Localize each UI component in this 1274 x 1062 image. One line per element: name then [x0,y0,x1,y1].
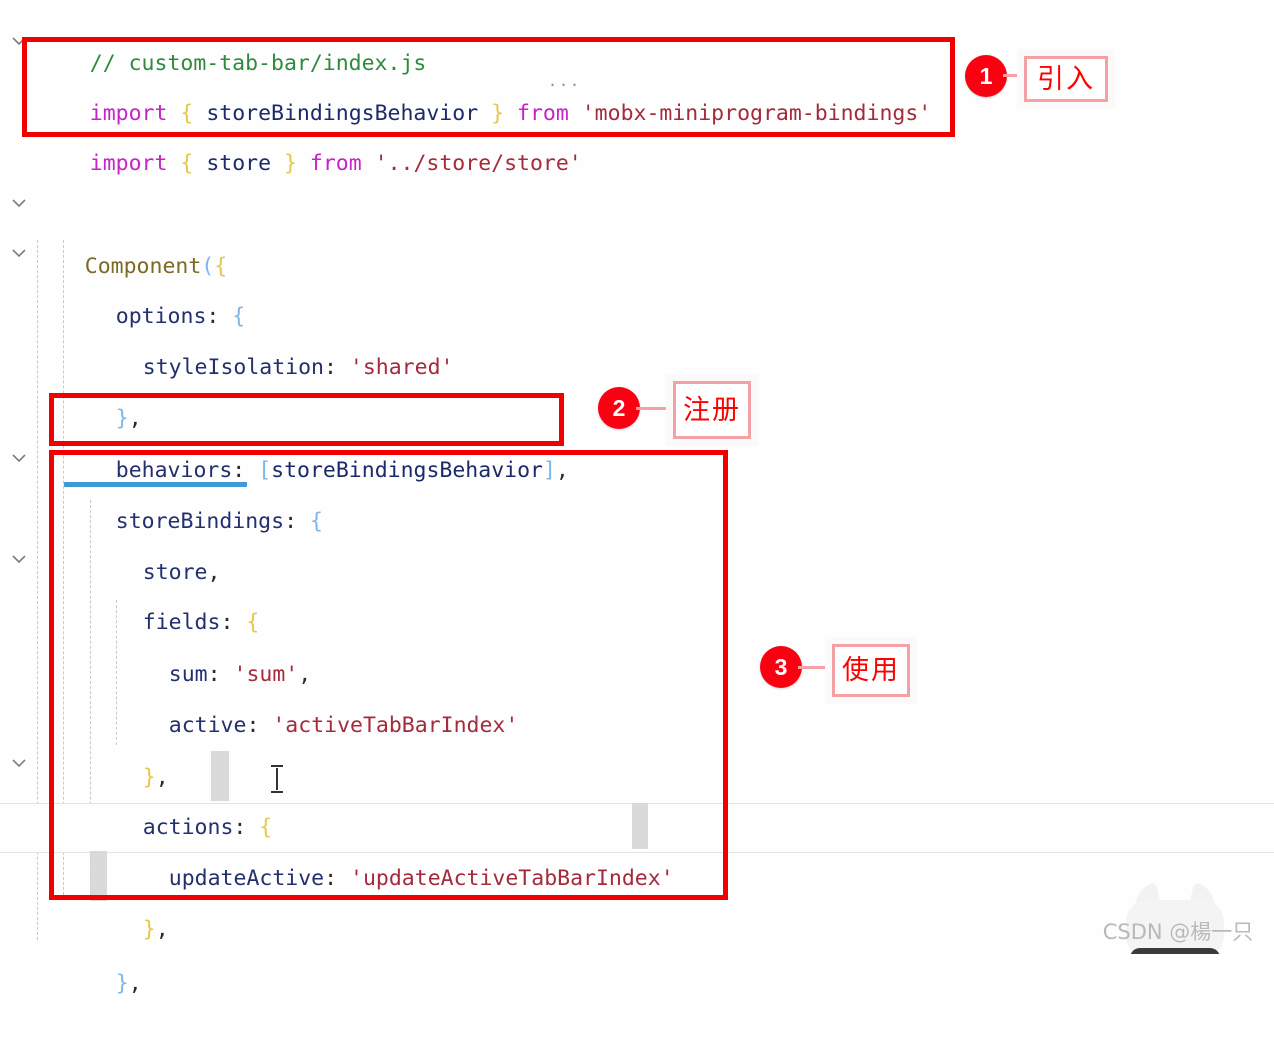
annotation-leader-2 [636,407,673,410]
keyword-from: from [309,151,362,176]
code-line-fields-close[interactable]: }, [91,700,1274,790]
code-line-fields-open[interactable]: fields: { [91,545,1274,635]
brace-close: } [284,151,297,176]
code-line-comment[interactable]: // custom-tab-bar/index.js [38,0,1274,76]
annotation-callout-3: 使用 [832,644,910,697]
badge-number: 1 [979,62,993,89]
brace-close: } [115,971,129,996]
fold-chevron-icon[interactable] [8,30,30,52]
callout-label: 注册 [683,394,741,426]
identifier-store: store [206,151,272,176]
code-line-style-isolation[interactable]: styleIsolation: 'shared' [91,290,1274,380]
badge-number: 2 [612,394,626,421]
code-line-component-open[interactable]: Component({ [33,189,1274,279]
fold-chevron-icon[interactable] [8,192,30,214]
annotation-leader-1 [1003,74,1025,77]
code-editor[interactable]: // custom-tab-bar/index.js import { stor… [0,0,1274,996]
comma: , [128,971,142,996]
code-line-store-ref[interactable]: store, [91,495,1274,585]
code-line-field-sum[interactable]: sum: 'sum', [117,597,1274,687]
code-line-actions-close[interactable]: }, [91,852,1274,942]
code-line-behaviors[interactable]: behaviors: [storeBindingsBehavior], [64,393,1274,483]
code-line-actions-open[interactable]: actions: { [91,750,1274,840]
code-line-action-update[interactable]: updateActive: 'updateActiveTabBarIndex' [117,801,1274,891]
annotation-badge-2: 2 [598,387,640,429]
text-cursor-icon [271,765,283,793]
keyword-import: import [89,151,168,176]
code-line-options-close[interactable]: }, [64,341,1274,431]
string-store-path: '../store/store' [374,151,582,176]
fold-chevron-icon[interactable] [8,548,30,570]
annotation-leader-3 [798,666,833,669]
annotation-badge-1: 1 [965,55,1007,97]
annotation-callout-1: 引入 [1024,56,1108,102]
code-line-storebindings-open[interactable]: storeBindings: { [64,444,1274,534]
annotation-badge-3: 3 [760,646,802,688]
storebindings-underline [64,482,247,487]
code-line-storebindings-close[interactable]: }, [64,906,1274,996]
fold-chevron-icon[interactable] [8,752,30,774]
callout-label: 引入 [1037,63,1095,95]
brace-open: { [180,151,194,176]
code-line-field-active[interactable]: active: 'activeTabBarIndex' [117,648,1274,738]
annotation-callout-2: 注册 [673,381,751,439]
badge-number: 3 [774,653,788,680]
callout-label: 使用 [842,655,900,686]
code-line-options-open[interactable]: options: { [64,239,1274,329]
fold-chevron-icon[interactable] [8,447,30,469]
fold-chevron-icon[interactable] [8,242,30,264]
